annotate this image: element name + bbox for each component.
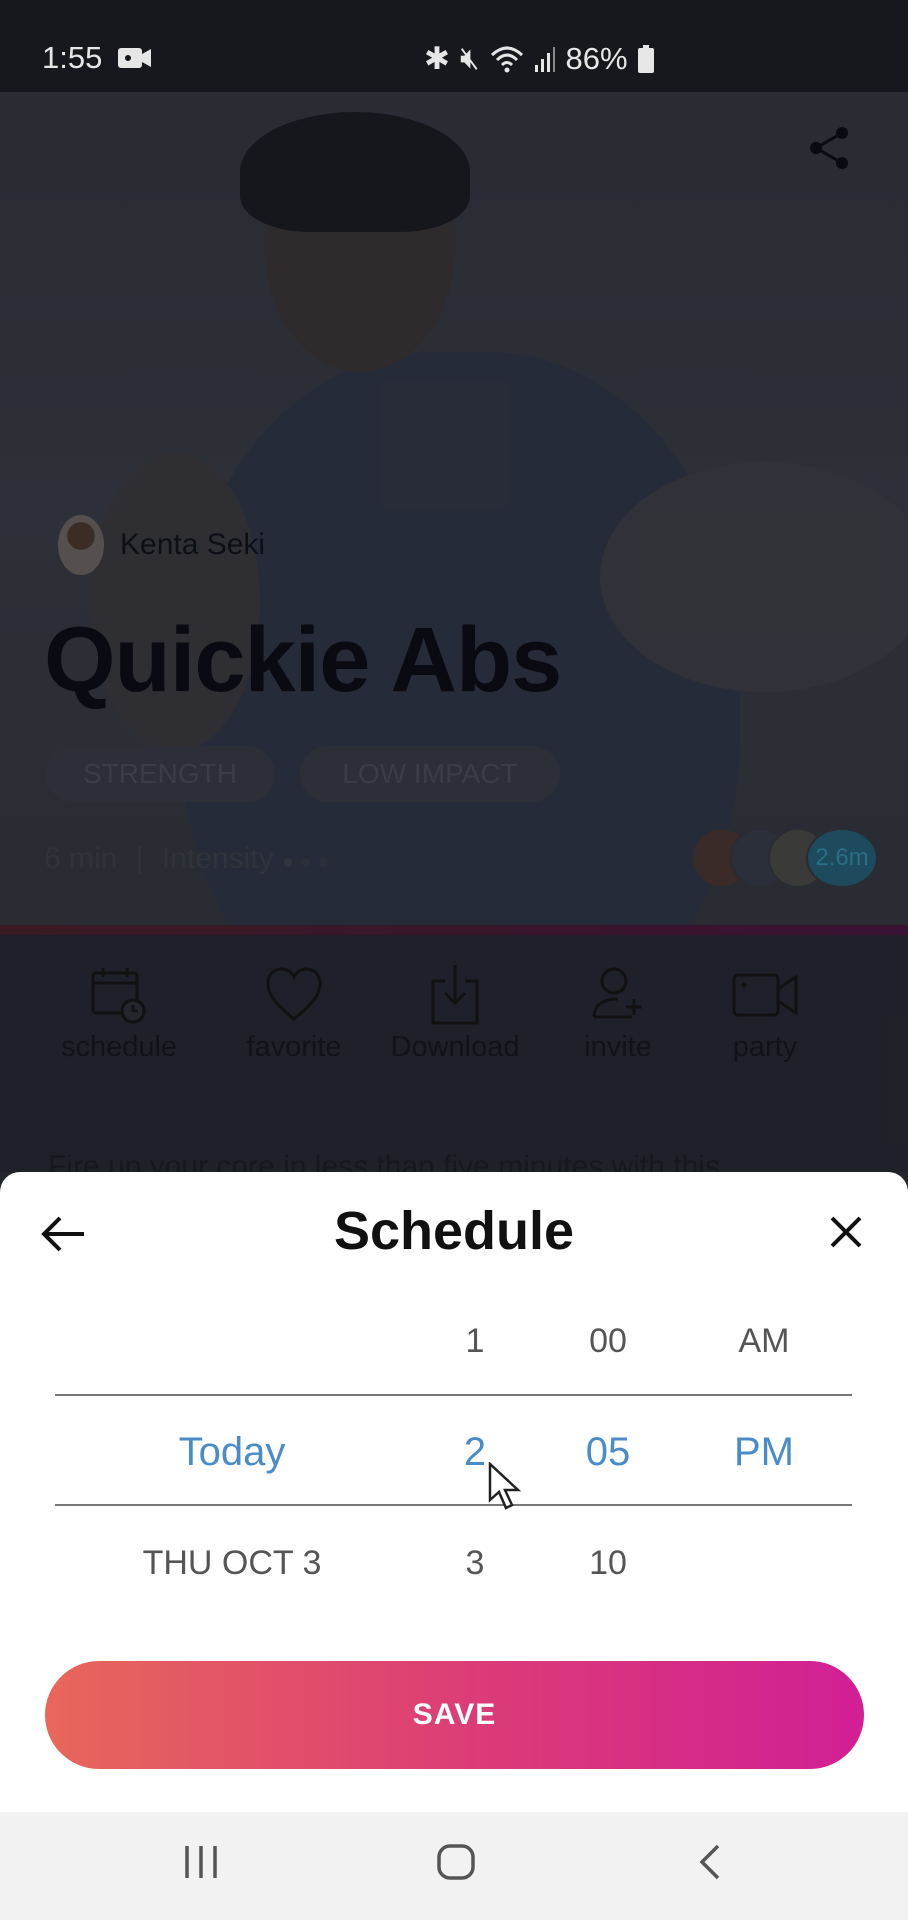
- system-nav-bar: [0, 1812, 908, 1920]
- mouse-cursor-icon: [488, 1462, 522, 1510]
- instructor[interactable]: Kenta Seki: [58, 515, 265, 575]
- share-icon[interactable]: [806, 125, 852, 171]
- picker-ampm[interactable]: PM: [734, 1430, 794, 1475]
- participants[interactable]: 2.6m: [692, 828, 878, 888]
- wifi-icon: [490, 46, 523, 72]
- picker-hour[interactable]: 2: [464, 1430, 486, 1475]
- schedule-button[interactable]: schedule: [44, 965, 194, 1064]
- download-button[interactable]: Download: [380, 965, 530, 1064]
- recent-apps-icon[interactable]: [183, 1842, 219, 1882]
- add-user-icon: [592, 967, 642, 1019]
- picker-hour[interactable]: 1: [466, 1322, 485, 1361]
- duration: 6 min: [44, 842, 118, 875]
- instructor-name: Kenta Seki: [120, 528, 266, 561]
- invite-button[interactable]: invite: [543, 965, 693, 1064]
- action-bar: schedule favorite Download invite party: [0, 965, 908, 1085]
- status-time: 1:55: [42, 40, 103, 75]
- picker-selection-line: [55, 1394, 852, 1396]
- workout-meta: 6 min | Intensity ● ● ●: [44, 842, 330, 875]
- picker-ampm[interactable]: AM: [739, 1322, 790, 1361]
- calendar-clock-icon: [91, 968, 146, 1024]
- participants-count: 2.6m: [806, 828, 878, 888]
- vibrate-mute-icon: 🔇︎: [459, 40, 480, 75]
- picker-hour[interactable]: 3: [466, 1544, 485, 1583]
- battery-icon: [637, 44, 654, 73]
- picker-minute[interactable]: 00: [589, 1322, 627, 1361]
- workout-title: Quickie Abs: [44, 609, 562, 711]
- party-button[interactable]: party: [690, 965, 840, 1064]
- signal-icon: [534, 46, 555, 72]
- bluetooth-icon: ✱: [424, 40, 450, 76]
- video-record-icon: [118, 48, 151, 68]
- picker-date[interactable]: Today: [179, 1430, 286, 1475]
- picker-minute[interactable]: 05: [586, 1430, 631, 1475]
- picker-minute[interactable]: 10: [589, 1544, 627, 1583]
- progress-divider: [0, 925, 908, 935]
- picker-date[interactable]: THU OCT 3: [143, 1544, 322, 1583]
- schedule-sheet: Schedule 1 00 AM Today 2 05 PM THU OCT 3…: [0, 1172, 908, 1812]
- intensity-dots: ● ● ●: [281, 851, 330, 873]
- download-icon: [431, 965, 479, 1025]
- save-button[interactable]: SAVE: [45, 1661, 864, 1769]
- picker-selection-line: [55, 1504, 852, 1506]
- battery-percent: 86%: [565, 40, 628, 76]
- sheet-title: Schedule: [333, 1201, 575, 1261]
- home-icon[interactable]: [436, 1842, 476, 1882]
- tag-chip[interactable]: STRENGTH: [45, 746, 275, 802]
- instructor-avatar: [58, 515, 104, 575]
- status-bar: 1:55 ✱ 🔇︎ 86%: [0, 0, 908, 92]
- favorite-button[interactable]: favorite: [219, 965, 369, 1064]
- heart-icon: [266, 967, 322, 1021]
- back-icon[interactable]: [696, 1842, 726, 1882]
- intensity-label: Intensity: [161, 842, 274, 875]
- video-camera-icon: [732, 973, 798, 1017]
- tag-chip[interactable]: LOW IMPACT: [300, 746, 560, 802]
- close-icon[interactable]: [826, 1212, 866, 1252]
